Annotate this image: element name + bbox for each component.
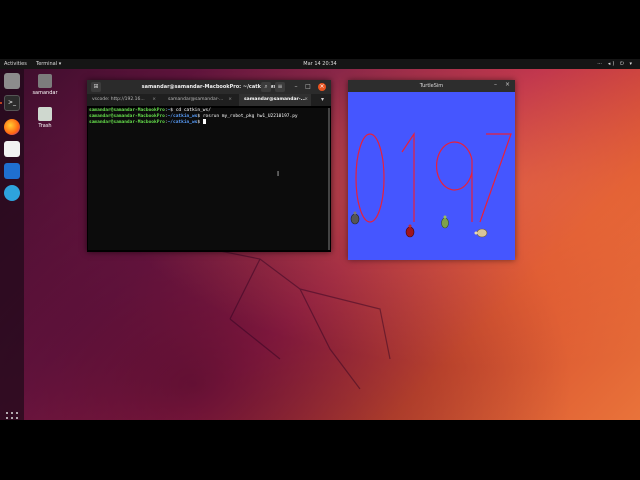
search-icon[interactable]: ⌕ — [261, 82, 271, 92]
turtlesim-title: TurtleSim — [419, 83, 444, 89]
text-editor-icon[interactable] — [4, 141, 20, 157]
digit-9 — [435, 141, 473, 222]
clock[interactable]: Mar 14 20:34 — [0, 61, 640, 67]
terminal-tab[interactable]: samandar@samandar-... × — [163, 94, 235, 106]
text-cursor — [202, 119, 206, 124]
close-tab-icon[interactable]: × — [304, 94, 308, 106]
telegram-icon[interactable] — [4, 185, 20, 201]
tab-dropdown-icon[interactable]: ▾ — [321, 94, 324, 106]
turtle-icon — [405, 224, 415, 238]
firefox-icon[interactable] — [4, 119, 20, 135]
close-icon[interactable]: × — [318, 83, 326, 91]
maximize-icon[interactable]: □ — [303, 82, 313, 92]
terminal-icon[interactable]: >_ — [4, 95, 20, 111]
terminal-tab[interactable]: vscode: http://192.16... × — [87, 94, 159, 106]
digit-0 — [355, 133, 385, 223]
tab-label: samandar@samandar-... — [168, 97, 224, 102]
turtlesim-header[interactable]: TurtleSim – × — [348, 80, 515, 92]
menu-icon[interactable]: ≡ — [275, 82, 285, 92]
tab-label: samandar@samandar-... — [244, 97, 306, 102]
digit-7 — [479, 133, 512, 223]
digit-1 — [401, 132, 415, 222]
terminal-line: samandar@samandar-MacbookPro:~/catkin_ws… — [88, 119, 328, 126]
minimize-icon[interactable]: – — [494, 81, 497, 88]
turtlesim-canvas — [350, 132, 512, 238]
turtle-icon — [441, 215, 449, 229]
terminal-tab-active[interactable]: samandar@samandar-... × — [239, 94, 311, 106]
desktop-home-folder[interactable]: samandar — [30, 74, 60, 96]
minimize-icon[interactable]: – — [291, 82, 301, 92]
terminal-scrollbar[interactable] — [328, 108, 330, 250]
close-tab-icon[interactable]: × — [152, 94, 156, 106]
desktop: Activities Terminal ▾ Mar 14 20:34 ⋯ ◂) … — [0, 59, 640, 420]
top-bar: Activities Terminal ▾ Mar 14 20:34 ⋯ ◂) … — [0, 59, 640, 69]
status-menu[interactable]: ⋯ ◂) ⏻ ▾ — [597, 61, 634, 67]
terminal-output[interactable]: samandar@samandar-MacbookPro:~$ cd catki… — [88, 108, 328, 250]
turtlesim-window[interactable]: TurtleSim – × — [348, 80, 515, 260]
terminal-header[interactable]: ⊞ samandar@samandar-MacbookPro: ~/catkin… — [87, 80, 331, 94]
close-tab-icon[interactable]: × — [228, 94, 232, 106]
dock: >_ — [0, 69, 24, 420]
terminal-window[interactable]: ⊞ samandar@samandar-MacbookPro: ~/catkin… — [87, 80, 331, 252]
trash-icon — [38, 107, 52, 121]
terminal-tab-bar: vscode: http://192.16... × samandar@sama… — [87, 94, 331, 106]
desktop-icon-label: samandar — [32, 90, 58, 96]
turtle-icon — [350, 211, 360, 225]
running-indicator — [0, 102, 2, 104]
files-icon[interactable] — [4, 73, 20, 89]
home-folder-icon — [38, 74, 52, 88]
desktop-icon-label: Trash — [38, 123, 52, 129]
tab-label: vscode: http://192.16... — [92, 97, 145, 102]
drawn-digits — [355, 132, 512, 223]
mouse-ibeam-icon: I — [277, 170, 280, 178]
turtles — [350, 211, 488, 238]
show-applications-icon[interactable] — [6, 412, 18, 420]
close-icon[interactable]: × — [505, 81, 510, 88]
desktop-trash[interactable]: Trash — [30, 107, 60, 129]
vscode-icon[interactable] — [4, 163, 20, 179]
turtle-icon — [474, 228, 488, 238]
